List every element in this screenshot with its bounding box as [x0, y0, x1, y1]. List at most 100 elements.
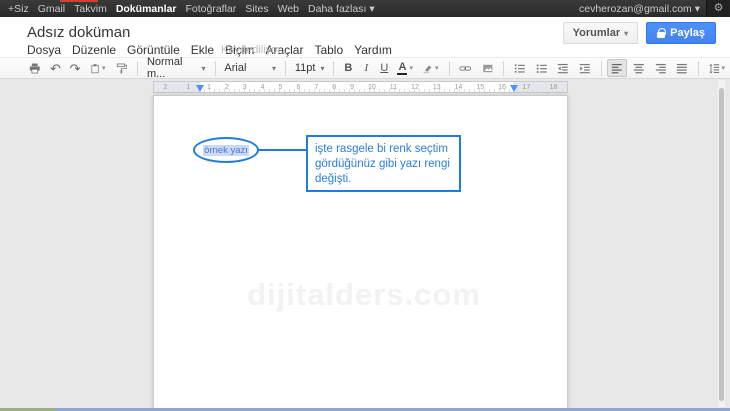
ruler-number: 13 [433, 84, 441, 91]
document-page[interactable]: örnek yazı işte rasgele bi renk seçtim g… [153, 95, 568, 411]
link-icon [459, 62, 471, 75]
toolbar-separator [601, 61, 602, 76]
decrease-indent-button[interactable] [553, 59, 573, 77]
ruler-number: 1 [187, 84, 191, 91]
menu-bar: Dosya Düzenle Görüntüle Ekle Biçim Araçl… [27, 43, 403, 57]
vertical-scrollbar[interactable] [718, 80, 725, 407]
chevron-down-icon: ▾ [409, 64, 413, 72]
topbar-link-documents[interactable]: Dokümanlar [116, 3, 177, 15]
google-docs-window: +Siz Gmail Takvim Dokümanlar Fotoğraflar… [0, 0, 730, 411]
ruler-number: 6 [296, 84, 300, 91]
highlight-color-button[interactable]: ▾ [418, 59, 442, 77]
callout-text: işte rasgele bi renk seçtim gördüğünüz g… [315, 142, 452, 187]
undo-button[interactable]: ↶ [47, 59, 65, 77]
share-button[interactable]: Paylaş [646, 22, 716, 44]
toolbar-separator [503, 61, 504, 76]
highlighter-icon [422, 62, 433, 75]
ruler-number: 9 [350, 84, 354, 91]
decrease-indent-icon [557, 62, 569, 75]
watermark-text: dijitalders.com [184, 277, 544, 313]
topbar-link-plus-you[interactable]: +Siz [8, 3, 29, 15]
chevron-down-icon: ▾ [320, 64, 324, 73]
topbar-link-calendar[interactable]: Takvim [74, 3, 107, 15]
account-email-menu[interactable]: cevherozan@gmail.com ▾ [579, 3, 700, 15]
ruler-number: 2 [164, 84, 168, 91]
print-button[interactable] [25, 59, 45, 77]
bold-button[interactable]: B [340, 59, 356, 77]
underline-button[interactable]: U [376, 59, 392, 77]
topbar-link-sites[interactable]: Sites [245, 3, 268, 15]
menu-help[interactable]: Yardım [354, 43, 392, 57]
ruler-left-margin: 21 [154, 82, 200, 92]
annotation-callout-box: işte rasgele bi renk seçtim gördüğünüz g… [306, 135, 461, 192]
paragraph-style-dropdown[interactable]: Normal m...▾ [143, 56, 210, 80]
menu-edit[interactable]: Düzenle [72, 43, 116, 57]
settings-button[interactable]: ⚙ [706, 0, 730, 17]
italic-button[interactable]: I [358, 59, 374, 77]
ruler-number: 11 [390, 84, 397, 91]
align-left-button[interactable] [607, 59, 627, 77]
align-right-icon [655, 62, 667, 75]
document-canvas: 21 12345678910111213141516 1718 örnek ya… [0, 79, 730, 411]
sample-text: örnek yazı [203, 145, 249, 156]
font-family-dropdown[interactable]: Arial▾ [220, 62, 280, 74]
chevron-down-icon: ▾ [435, 64, 439, 72]
menu-view[interactable]: Görüntüle [127, 43, 180, 57]
lock-icon [657, 28, 665, 38]
topbar-link-web[interactable]: Web [278, 3, 299, 15]
toolbar-separator [333, 61, 334, 76]
horizontal-ruler[interactable]: 21 12345678910111213141516 1718 [153, 81, 568, 93]
ruler-number: 17 [523, 84, 531, 91]
topbar-more-menu[interactable]: Daha fazlası ▾ [308, 3, 375, 15]
saving-status: Kaydediliyor... [221, 44, 289, 56]
comments-button[interactable]: Yorumlar▾ [563, 22, 639, 44]
line-spacing-icon [709, 62, 720, 75]
annotation-oval: örnek yazı [193, 137, 259, 163]
align-center-button[interactable] [629, 59, 649, 77]
insert-link-button[interactable] [455, 59, 475, 77]
numbered-list-icon [514, 62, 526, 75]
topbar-account-area: cevherozan@gmail.com ▾ ⚙ [579, 0, 730, 17]
chevron-down-icon: ▾ [624, 29, 628, 38]
increase-indent-icon [579, 62, 591, 75]
bulleted-list-button[interactable] [532, 59, 552, 77]
active-product-indicator [60, 0, 98, 2]
increase-indent-button[interactable] [575, 59, 595, 77]
ruler-number: 16 [498, 84, 506, 91]
chevron-down-icon: ▾ [722, 64, 726, 72]
document-title[interactable]: Adsız doküman [27, 24, 130, 41]
insert-image-button[interactable] [478, 59, 498, 77]
topbar-link-gmail[interactable]: Gmail [38, 3, 65, 15]
redo-button[interactable]: ↷ [66, 59, 84, 77]
gear-icon: ⚙ [714, 3, 724, 14]
numbered-list-button[interactable] [510, 59, 530, 77]
text-color-button[interactable]: A▾ [394, 59, 416, 77]
justify-button[interactable] [672, 59, 692, 77]
ruler-text-area: 12345678910111213141516 [200, 82, 513, 92]
ruler-number: 15 [476, 84, 484, 91]
menu-insert[interactable]: Ekle [191, 43, 214, 57]
paint-format-button[interactable] [112, 59, 132, 77]
toolbar-separator [285, 61, 286, 76]
chevron-down-icon: ▾ [369, 3, 374, 15]
align-right-button[interactable] [651, 59, 671, 77]
menu-table[interactable]: Tablo [314, 43, 343, 57]
ruler-number: 8 [332, 84, 336, 91]
formatting-toolbar: ↶ ↷ ▾ Normal m...▾ Arial▾ 11pt▾ B I U A▾… [0, 57, 730, 79]
ruler-number: 10 [368, 84, 376, 91]
right-indent-marker[interactable] [510, 85, 518, 92]
ruler-number: 14 [455, 84, 463, 91]
topbar-link-photos[interactable]: Fotoğraflar [186, 3, 237, 15]
ruler-number: 2 [225, 84, 229, 91]
left-indent-marker[interactable] [196, 85, 204, 92]
header-buttons: Yorumlar▾ Paylaş [563, 22, 716, 44]
align-left-icon [611, 62, 623, 75]
scrollbar-thumb[interactable] [719, 88, 724, 401]
toolbar-separator [137, 61, 138, 76]
toolbar-separator [698, 61, 699, 76]
web-clipboard-button[interactable]: ▾ [86, 59, 110, 77]
line-spacing-button[interactable]: ▾ [705, 59, 729, 77]
menu-file[interactable]: Dosya [27, 43, 61, 57]
font-size-dropdown[interactable]: 11pt▾ [291, 62, 329, 74]
star-icon[interactable]: ☆ [118, 25, 130, 41]
